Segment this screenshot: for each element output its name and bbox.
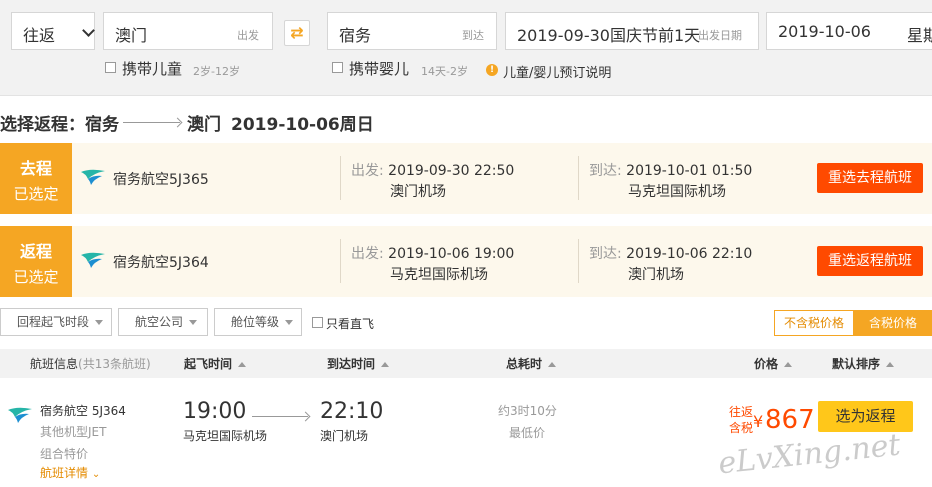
- filter-label: 舱位等级: [231, 315, 280, 329]
- leg-tag-status: 已选定: [13, 185, 59, 203]
- arrive-airport: 澳门机场: [628, 267, 684, 283]
- caret-down-icon: [285, 320, 294, 325]
- departure-airport: 马克坦国际机场: [183, 429, 268, 443]
- airline-logo-icon: [81, 252, 105, 268]
- departure-time: 19:00: [183, 399, 247, 424]
- arrow-right-icon: [252, 416, 308, 417]
- child-age-range: 2岁-12岁: [193, 65, 240, 78]
- depart-info: 出发: 2019-09-30 22:50: [351, 163, 515, 179]
- child-label: 携带儿童: [122, 60, 183, 78]
- col-arrival-sort[interactable]: 到达时间: [327, 355, 390, 372]
- sort-up-icon: [381, 362, 390, 367]
- destination-input[interactable]: 宿务 到达: [327, 12, 497, 50]
- destination-value: 宿务: [339, 26, 372, 45]
- sort-up-icon: [238, 362, 247, 367]
- leg-tag: 返程 已选定: [0, 226, 72, 297]
- airline-logo-icon: [81, 169, 105, 185]
- reselect-return-button[interactable]: 重选返程航班: [817, 246, 923, 276]
- depart-airport: 马克坦国际机场: [390, 267, 488, 283]
- sort-up-icon: [886, 362, 895, 367]
- depart-airport: 澳门机场: [390, 184, 446, 200]
- leg-airline: 宿务航空5J365: [113, 172, 209, 188]
- flight-promo: 组合特价: [40, 447, 89, 461]
- chevron-down-icon: ⌄: [91, 469, 101, 480]
- title-destination: 澳门: [187, 115, 221, 135]
- child-checkbox[interactable]: [105, 62, 116, 73]
- flight-details-link[interactable]: 航班详情 ⌄: [40, 464, 100, 481]
- search-panel: 往返 澳门 出发 ⇄ 宿务 到达 2019-09-30国庆节前1天 出发日期 2…: [0, 0, 932, 96]
- trip-type-select[interactable]: 往返: [11, 12, 95, 50]
- reselect-outbound-button[interactable]: 重选去程航班: [817, 163, 923, 193]
- arrival-time: 22:10: [320, 399, 384, 424]
- direct-only-checkbox[interactable]: [312, 317, 323, 328]
- direct-only-label: 只看直飞: [326, 317, 375, 331]
- flight-aircraft: 其他机型JET: [40, 425, 107, 439]
- swap-icon[interactable]: ⇄: [284, 20, 310, 46]
- info-icon: !: [486, 64, 498, 76]
- depart-info: 出发: 2019-10-06 19:00: [351, 246, 515, 262]
- flight-duration: 约3时10分: [498, 404, 557, 418]
- lowest-price-label: 最低价: [509, 426, 546, 440]
- arrow-right-icon: [123, 122, 180, 123]
- arrive-airport: 马克坦国际机场: [628, 184, 726, 200]
- price-currency: ¥: [753, 412, 764, 431]
- origin-label: 出发: [237, 29, 259, 42]
- leg-tag-title: 返程: [19, 242, 52, 261]
- infant-checkbox[interactable]: [332, 62, 343, 73]
- divider: [340, 239, 341, 283]
- col-default-sort[interactable]: 默认排序: [832, 355, 895, 372]
- return-date-weekday: 星期: [907, 26, 932, 45]
- depart-date-input[interactable]: 2019-09-30国庆节前1天 出发日期: [505, 12, 759, 50]
- return-date-value: 2019-10-06: [778, 22, 871, 41]
- arrive-info: 到达: 2019-10-01 01:50: [589, 163, 753, 179]
- divider: [578, 239, 579, 283]
- page-title: 选择返程：宿务 澳门 2019-10-06周日: [0, 110, 374, 135]
- price-tag-roundtrip: 往返: [729, 405, 754, 419]
- flight-row: 宿务航空 5J364 其他机型JET 组合特价 航班详情 ⌄ 19:00 马克坦…: [0, 379, 932, 487]
- return-date-input[interactable]: 2019-10-06 星期: [766, 12, 932, 50]
- title-prefix: 选择返程：宿务: [0, 115, 119, 135]
- child-infant-info-link[interactable]: 儿童/婴儿预订说明: [503, 62, 611, 81]
- price-including-tax-toggle[interactable]: 含税价格: [854, 310, 932, 336]
- col-departure-sort[interactable]: 起飞时间: [184, 355, 247, 372]
- departure-time-filter[interactable]: 回程起飞时段: [0, 308, 112, 336]
- airline-filter[interactable]: 航空公司: [118, 308, 208, 336]
- origin-value: 澳门: [115, 26, 148, 45]
- price-tag-tax: 含税: [729, 421, 754, 435]
- results-header: 航班信息(共13条航班) 起飞时间 到达时间 总耗时 价格 默认排序: [0, 349, 932, 378]
- depart-date-label: 出发日期: [698, 29, 742, 42]
- destination-label: 到达: [462, 29, 484, 42]
- caret-down-icon: [95, 320, 104, 325]
- sort-up-icon: [548, 362, 557, 367]
- selected-outbound-leg: 去程 已选定 宿务航空5J365 出发: 2019-09-30 22:50 澳门…: [0, 143, 932, 214]
- leg-tag-title: 去程: [19, 159, 52, 178]
- origin-input[interactable]: 澳门 出发: [103, 12, 273, 50]
- divider: [578, 156, 579, 200]
- trip-type-value: 往返: [23, 26, 56, 45]
- filter-label: 回程起飞时段: [17, 315, 90, 329]
- infant-age-range: 14天-2岁: [421, 65, 468, 78]
- airline-logo-icon: [8, 407, 32, 423]
- leg-tag: 去程 已选定: [0, 143, 72, 214]
- title-date: 2019-10-06周日: [231, 115, 374, 135]
- flight-airline: 宿务航空 5J364: [40, 404, 126, 418]
- col-duration-sort[interactable]: 总耗时: [506, 355, 557, 372]
- infant-label: 携带婴儿: [349, 60, 410, 78]
- caret-down-icon: [189, 320, 198, 325]
- arrive-info: 到达: 2019-10-06 22:10: [589, 246, 753, 262]
- chevron-down-icon: [82, 24, 95, 37]
- leg-tag-status: 已选定: [13, 268, 59, 286]
- depart-date-value: 2019-09-30国庆节前1天: [517, 26, 701, 45]
- col-price-sort[interactable]: 价格: [754, 355, 793, 372]
- filter-label: 航空公司: [135, 315, 184, 329]
- price-value: 867: [765, 405, 815, 435]
- col-flight-info: 航班信息(共13条航班): [30, 357, 151, 371]
- cabin-filter[interactable]: 舱位等级: [214, 308, 302, 336]
- arrival-airport: 澳门机场: [320, 429, 369, 443]
- price-excluding-tax-toggle[interactable]: 不含税价格: [774, 310, 854, 336]
- leg-airline: 宿务航空5J364: [113, 255, 209, 271]
- selected-return-leg: 返程 已选定 宿务航空5J364 出发: 2019-10-06 19:00 马克…: [0, 226, 932, 297]
- sort-up-icon: [784, 362, 793, 367]
- divider: [340, 156, 341, 200]
